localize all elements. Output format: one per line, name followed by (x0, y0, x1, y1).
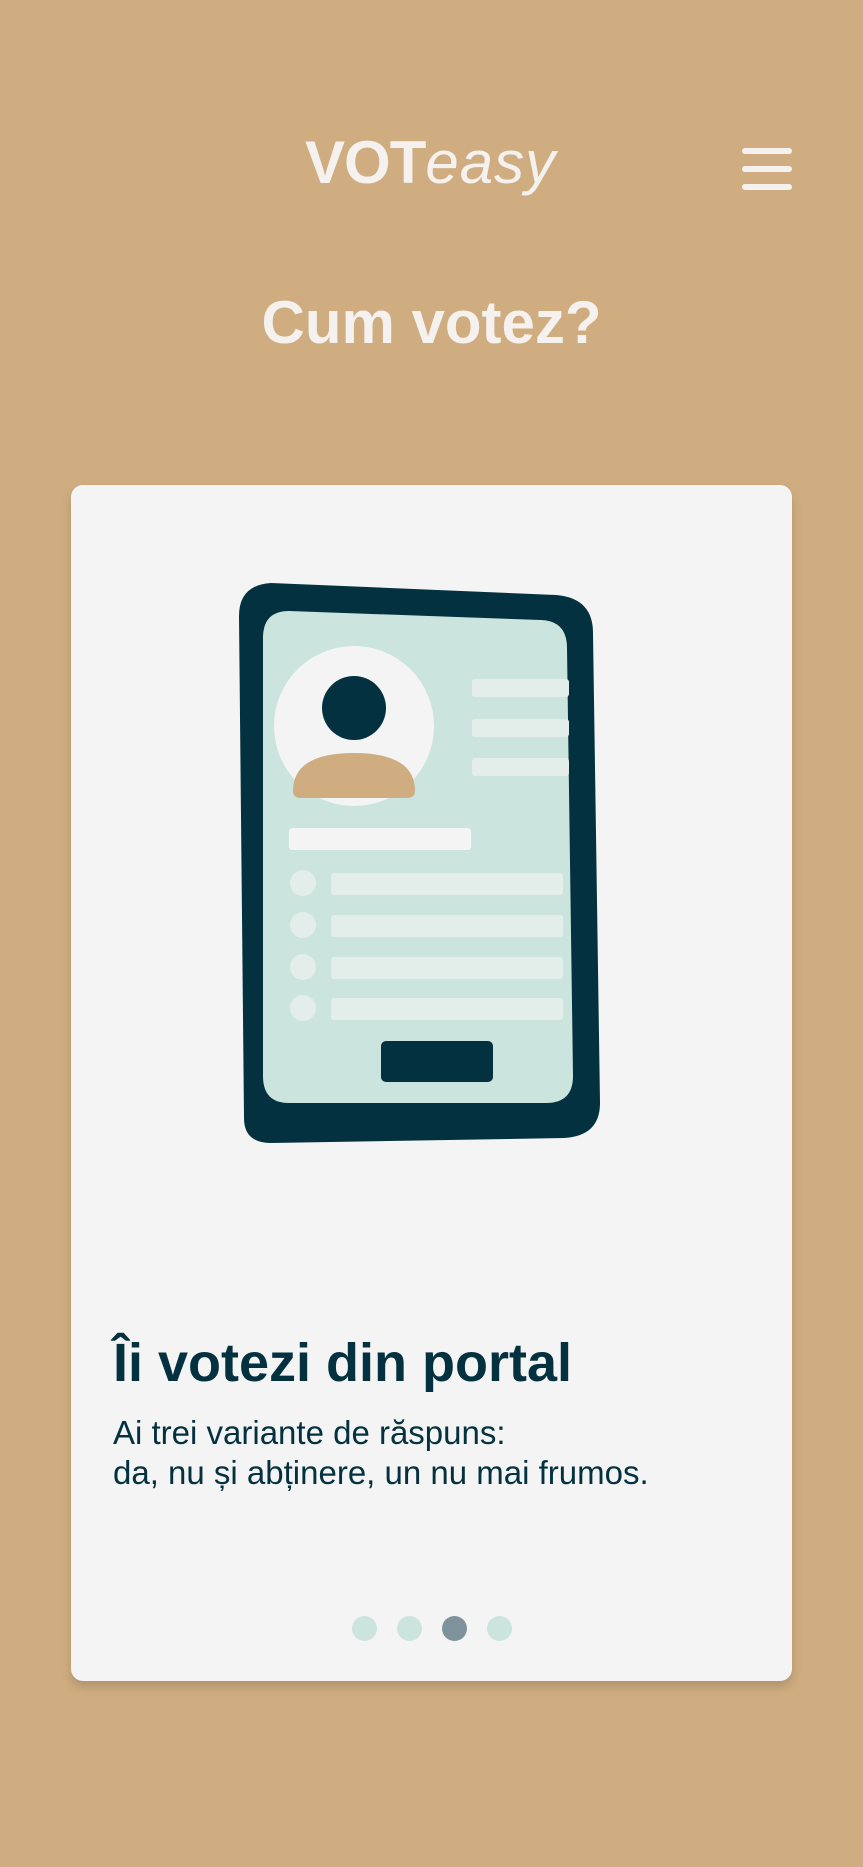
logo-bold-text: VOT (305, 129, 426, 196)
menu-line (742, 148, 792, 154)
card-description: Ai trei variante de răspuns: da, nu și a… (113, 1413, 649, 1493)
onboarding-card[interactable]: Îi votezi din portal Ai trei variante de… (71, 485, 792, 1681)
menu-line (742, 184, 792, 190)
hamburger-menu-icon[interactable] (742, 146, 792, 192)
description-line: da, nu și abținere, un nu mai frumos. (113, 1454, 649, 1491)
app-logo[interactable]: VOTeasy (305, 128, 556, 198)
card-title: Îi votezi din portal (113, 1333, 573, 1393)
pagination-dot[interactable] (396, 1616, 422, 1641)
pagination-dot[interactable] (486, 1616, 512, 1641)
pagination-dot[interactable] (351, 1616, 377, 1641)
description-line: Ai trei variante de răspuns: (113, 1414, 506, 1451)
menu-line (742, 166, 792, 172)
carousel-pagination (71, 1616, 792, 1641)
logo-light-text: easy (425, 129, 557, 196)
phone-voting-ballot-icon (231, 583, 631, 1168)
app-header: VOTeasy Cum votez? (0, 0, 863, 356)
pagination-dot-active[interactable] (441, 1616, 467, 1641)
page-title: Cum votez? (261, 289, 602, 356)
